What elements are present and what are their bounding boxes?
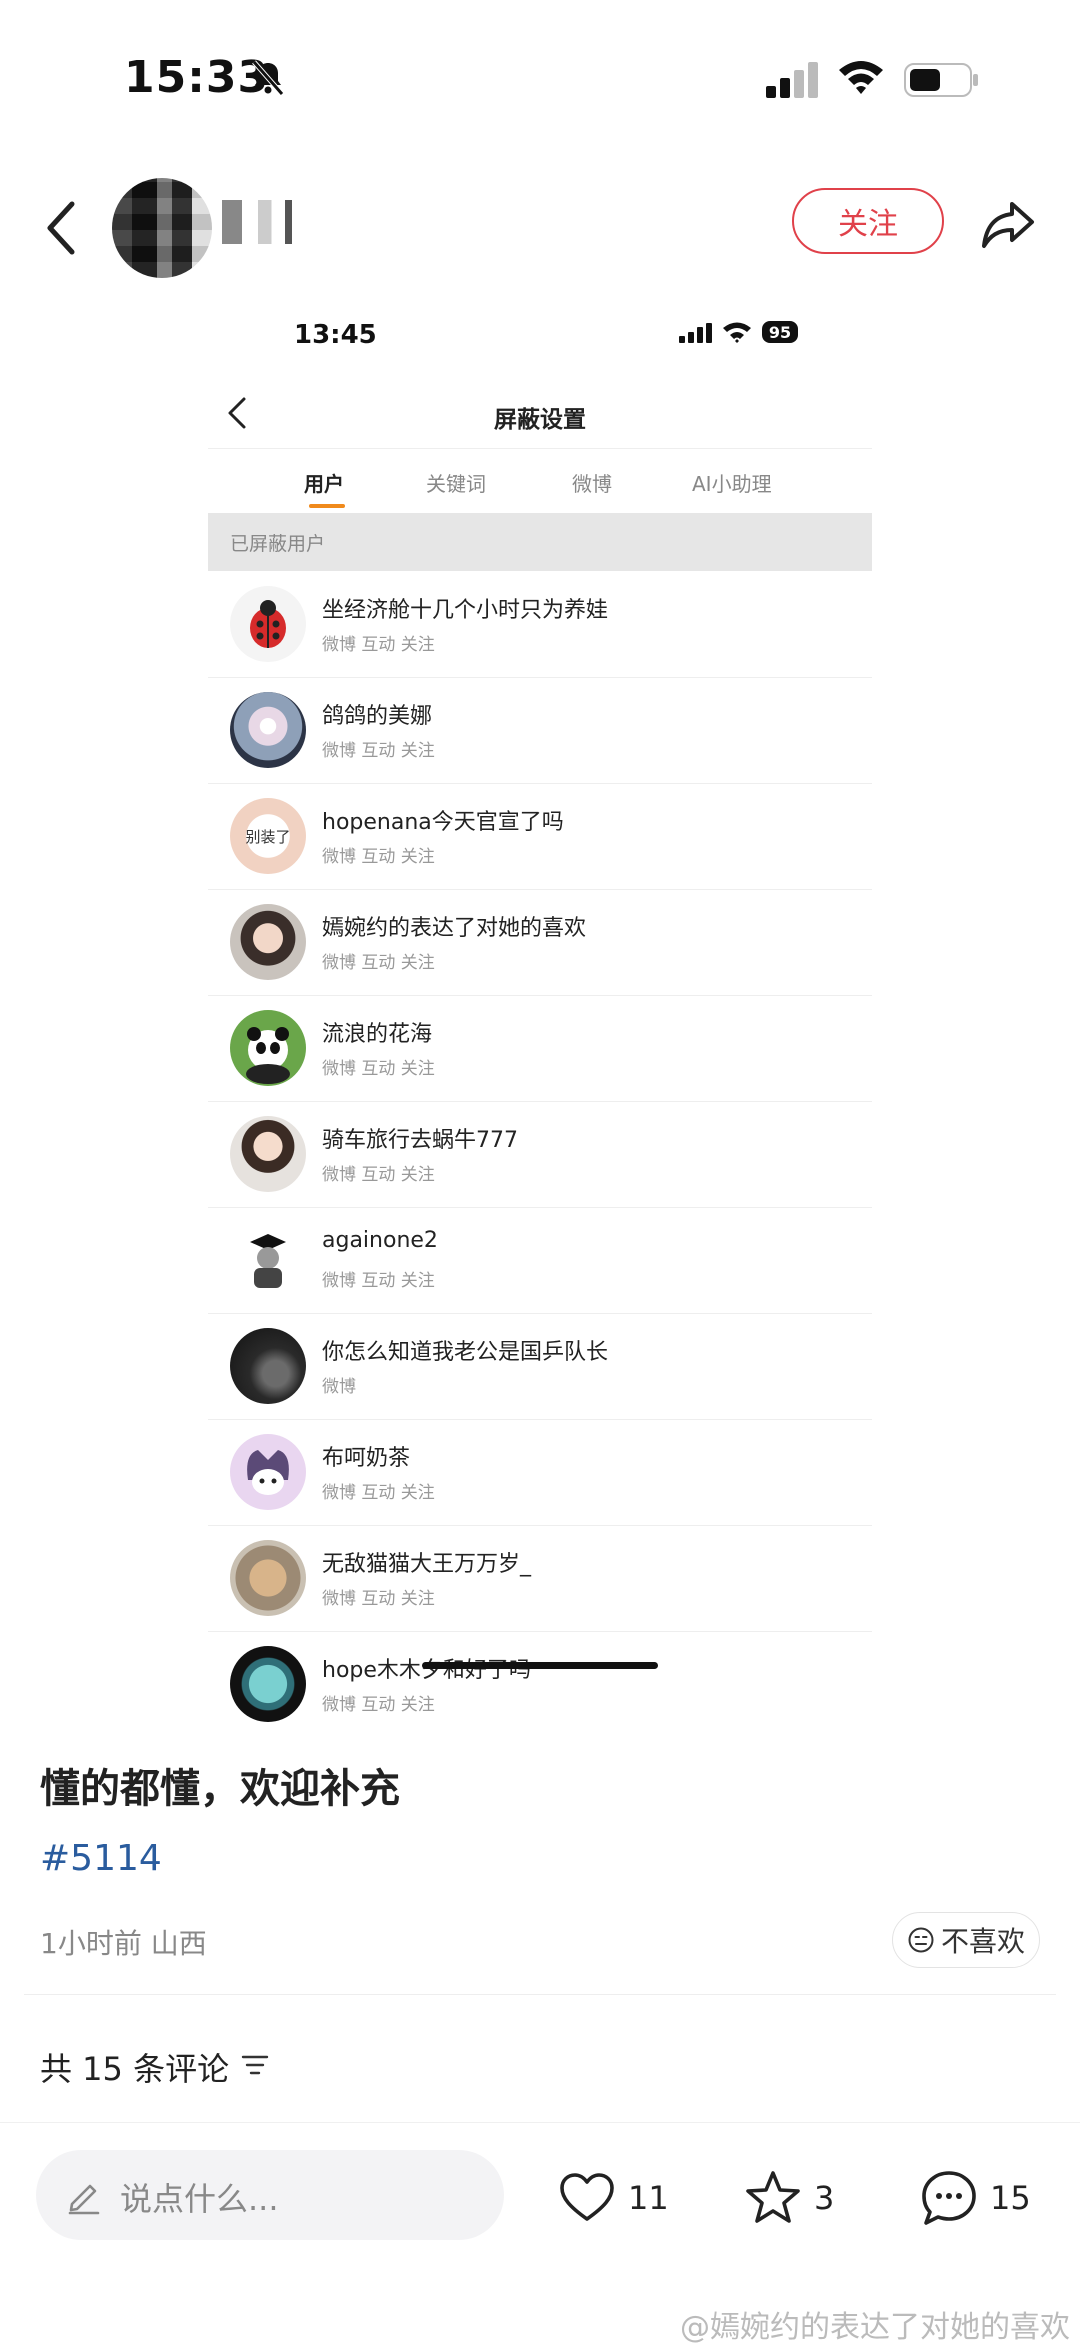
comment-count: 15 [990,2179,1031,2217]
favorite-count: 3 [814,2179,835,2217]
cellular-signal-icon [766,62,818,98]
comment-input[interactable]: 说点什么... [36,2150,504,2240]
post-header: 关注 [0,170,1080,280]
embedded-battery-icon: 95 [762,321,798,343]
cat-avatar [230,1540,306,1616]
embedded-wifi-icon [723,322,751,343]
user-block-scope: 微博 互动 关注 [322,635,435,655]
user-block-scope: 微博 互动 关注 [322,953,435,973]
embedded-signal-icon [679,323,712,343]
user-name: 无敌猫猫大王万万岁_ [322,1552,532,1577]
user-block-scope: 微博 [322,1377,356,1397]
embedded-status-time: 13:45 [294,320,377,350]
divider [0,2122,1080,2123]
user-name: againone2 [322,1228,438,1253]
list-item[interactable]: againone2 微博 互动 关注 [208,1208,872,1314]
user-name: 骑车旅行去蜗牛777 [322,1128,518,1153]
hashtag-link[interactable]: #5114 [40,1838,162,1879]
user-name: hopenana今天官宣了吗 [322,810,564,835]
embedded-screenshot: 13:45 95 屏蔽设置 用户 关键词 微博 AI小助理 已屏蔽用户 坐经济舱… [208,300,872,1722]
author-avatar[interactable] [112,178,212,278]
follow-button[interactable]: 关注 [792,188,944,254]
comment-placeholder: 说点什么... [120,2180,279,2218]
user-block-scope: 微博 互动 关注 [322,741,435,761]
post-text: 懂的都懂，欢迎补充 [40,1766,400,1812]
list-item[interactable]: 你怎么知道我老公是国乒队长 微博 [208,1314,872,1420]
user-name: 布呵奶茶 [322,1446,411,1471]
woman-photo-avatar [230,904,306,980]
share-icon[interactable] [980,196,1036,252]
active-tab-indicator [309,504,345,508]
comment-bubble-icon [922,2171,976,2225]
user-name: 鸽鸽的美娜 [322,704,433,729]
user-name: 坐经济舱十几个小时只为养娃 [322,598,609,623]
list-item[interactable]: 别装了 hopenana今天官宣了吗 微博 互动 关注 [208,784,872,890]
user-name: 你怎么知道我老公是国乒队长 [322,1340,609,1365]
user-block-scope: 微博 互动 关注 [322,1589,435,1609]
panda-avatar [230,1010,306,1086]
wifi-icon [839,61,883,94]
user-block-scope: 微博 互动 关注 [322,1165,435,1185]
divider [208,448,872,449]
list-item[interactable]: 骑车旅行去蜗牛777 微博 互动 关注 [208,1102,872,1208]
post-meta: 1小时前 山西 [40,1927,207,1960]
list-item[interactable]: 布呵奶茶 微博 互动 关注 [208,1420,872,1526]
tab-weibo[interactable]: 微博 [572,468,612,497]
heart-hands-avatar: 别装了 [230,798,306,874]
pencil-icon [68,2184,100,2215]
battery-icon [904,63,978,97]
tab-users[interactable]: 用户 [304,468,344,497]
user-name: 流浪的花海 [322,1022,433,1047]
like-count: 11 [628,2179,669,2217]
woman-photo-avatar [230,1116,306,1192]
back-icon[interactable] [40,198,84,258]
blue-object-avatar [230,1646,306,1722]
user-block-scope: 微博 互动 关注 [322,847,435,867]
kuromi-avatar [230,1434,306,1510]
author-name-obscured[interactable] [222,200,312,244]
dislike-label: 不喜欢 [940,1925,1025,1958]
star-icon [746,2171,800,2223]
user-block-scope: 微博 互动 关注 [322,1483,435,1503]
section-label: 已屏蔽用户 [230,533,326,555]
embedded-page-title: 屏蔽设置 [494,407,586,433]
sort-filter-icon[interactable] [240,2052,270,2078]
user-block-scope: 微博 互动 关注 [322,1695,435,1715]
tab-ai-assistant[interactable]: AI小助理 [692,468,772,497]
divider [24,1994,1056,1995]
dark-photo-avatar [230,1328,306,1404]
flower-avatar [230,692,306,768]
section-header: 已屏蔽用户 [208,513,872,571]
blocked-user-list: 坐经济舱十几个小时只为养娃 微博 互动 关注 鸽鸽的美娜 微博 互动 关注 别装… [208,572,872,1737]
like-button[interactable]: 11 [556,2158,669,2238]
home-indicator [422,1662,658,1669]
embedded-tabs: 用户 关键词 微博 AI小助理 [208,460,872,510]
list-item[interactable]: 无敌猫猫大王万万岁_ 微博 互动 关注 [208,1526,872,1632]
user-block-scope: 微博 互动 关注 [322,1059,435,1079]
tab-keywords[interactable]: 关键词 [426,468,486,497]
ladybug-avatar [230,586,306,662]
user-name: 嫣婉约的表达了对她的喜欢 [322,916,587,941]
heart-icon [560,2173,614,2221]
graduate-cartoon-avatar [230,1222,306,1298]
status-bar: 15:33 [0,0,1080,160]
avatar-caption: 别装了 [245,827,291,846]
bell-muted-icon [252,60,284,96]
list-item[interactable]: 鸽鸽的美娜 微博 互动 关注 [208,678,872,784]
watermark: @嫣婉约的表达了对她的喜欢 [680,2310,1070,2345]
list-item[interactable]: hope木木夕和好了吗 微博 互动 关注 [208,1632,872,1737]
dislike-button[interactable]: 不喜欢 [892,1912,1040,1968]
list-item[interactable]: 嫣婉约的表达了对她的喜欢 微博 互动 关注 [208,890,872,996]
user-block-scope: 微博 互动 关注 [322,1271,435,1291]
comments-count: 共 15 条评论 [40,2050,230,2088]
comment-button[interactable]: 15 [918,2158,1031,2238]
sad-face-icon [908,1927,934,1953]
favorite-button[interactable]: 3 [742,2158,834,2238]
list-item[interactable]: 坐经济舱十几个小时只为养娃 微博 互动 关注 [208,572,872,678]
list-item[interactable]: 流浪的花海 微博 互动 关注 [208,996,872,1102]
